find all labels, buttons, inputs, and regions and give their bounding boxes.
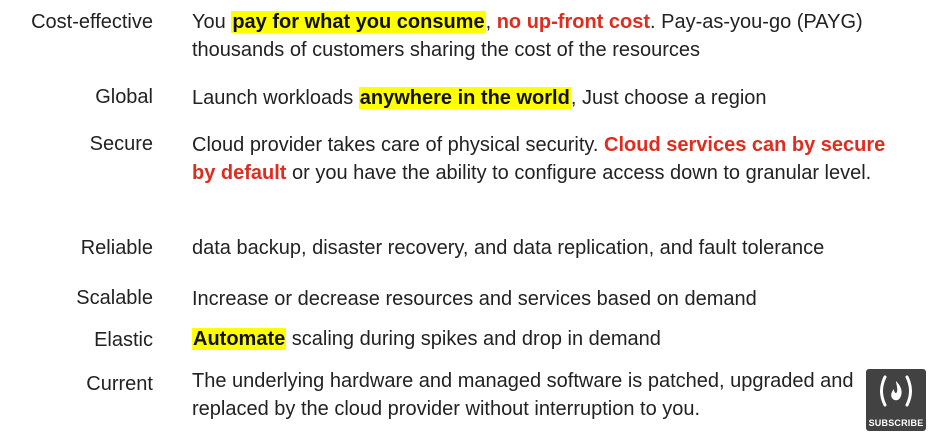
highlighted-text: Automate <box>192 328 287 350</box>
text-segment: , Just choose a region <box>570 87 767 109</box>
term-current: Current <box>86 373 153 395</box>
freecodecamp-logo-icon <box>880 375 912 407</box>
emphasized-text: no up-front cost <box>496 11 651 33</box>
text-segment: data backup, disaster recovery, and data… <box>192 237 825 259</box>
desc-elastic: Automate scaling during spikes and drop … <box>192 325 902 353</box>
term-elastic: Elastic <box>94 329 153 351</box>
highlighted-text: pay for what you consume <box>231 11 486 33</box>
text-segment: or you have the ability to configure acc… <box>286 162 872 184</box>
desc-global: Launch workloads anywhere in the world, … <box>192 84 902 112</box>
term-global: Global <box>95 86 153 108</box>
term-reliable: Reliable <box>80 237 153 259</box>
term-secure: Secure <box>89 133 153 155</box>
term-cost-effective: Cost-effective <box>31 11 153 33</box>
subscribe-button[interactable]: SUBSCRIBE <box>866 369 926 431</box>
text-segment: You <box>192 11 232 33</box>
text-segment: The underlying hardware and managed soft… <box>192 370 854 420</box>
desc-secure: Cloud provider takes care of physical se… <box>192 131 902 187</box>
desc-cost-effective: You pay for what you consume, no up-fron… <box>192 8 902 64</box>
text-segment: scaling during spikes and drop in demand <box>286 328 661 350</box>
desc-scalable: Increase or decrease resources and servi… <box>192 285 902 313</box>
highlighted-text: anywhere in the world <box>358 87 571 109</box>
desc-current: The underlying hardware and managed soft… <box>192 367 902 423</box>
text-segment: Launch workloads <box>192 87 359 109</box>
term-scalable: Scalable <box>76 287 153 309</box>
text-segment: , <box>485 11 497 33</box>
subscribe-label: SUBSCRIBE <box>868 418 924 428</box>
desc-reliable: data backup, disaster recovery, and data… <box>192 234 902 262</box>
text-segment: Increase or decrease resources and servi… <box>192 288 757 310</box>
text-segment: Cloud provider takes care of physical se… <box>192 134 605 156</box>
